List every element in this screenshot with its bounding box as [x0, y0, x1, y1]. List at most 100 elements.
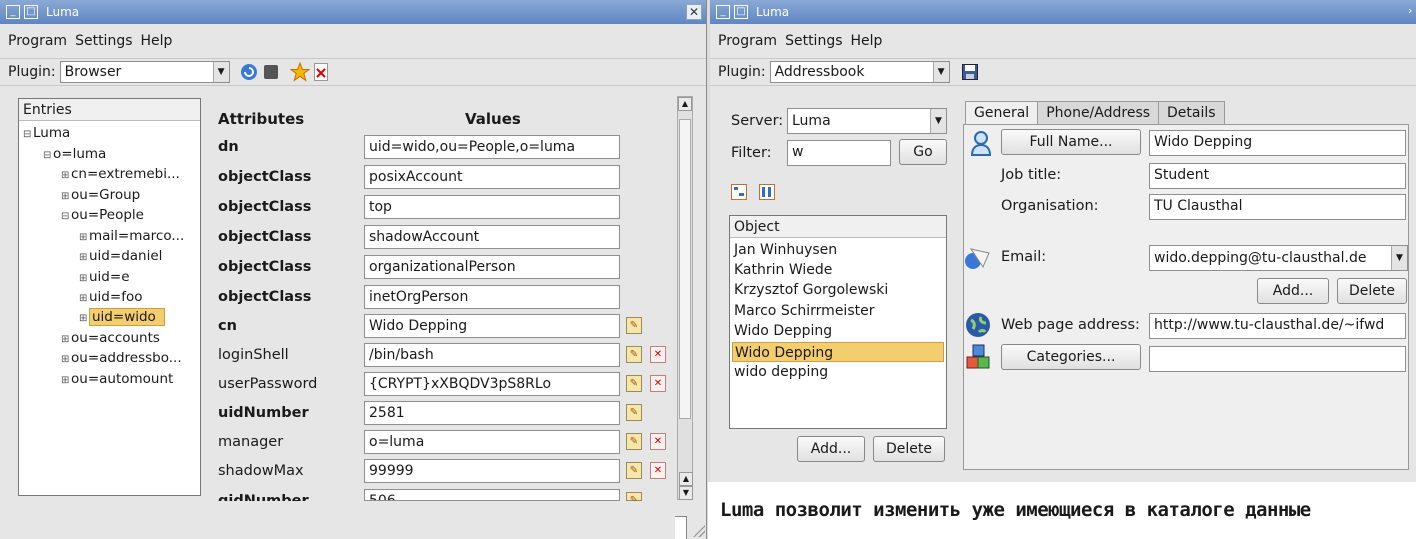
attribute-value-field[interactable]: posixAccount [364, 165, 620, 189]
tree-node[interactable]: ⊞ cn=extremebi... [61, 164, 180, 184]
attribute-value-field[interactable]: organizationalPerson [364, 255, 620, 279]
edit-icon[interactable]: ✎ [626, 462, 642, 479]
menu-program[interactable]: Program [718, 33, 777, 49]
stop-icon[interactable] [263, 65, 278, 79]
scroll-down-icon[interactable]: ▼ [679, 486, 693, 500]
delete-email-button[interactable]: Delete [1337, 278, 1407, 304]
close-icon[interactable]: ✕ [686, 4, 702, 20]
view-list-icon[interactable] [759, 184, 775, 200]
contact-list[interactable]: Object Jan Winhuysen Kathrin Wiede Krzys… [729, 215, 947, 429]
delete-entry-icon[interactable] [313, 63, 328, 81]
attribute-value-field[interactable]: Wido Depping [364, 314, 620, 338]
tree-node[interactable]: ⊟ ou=People [61, 205, 144, 225]
add-contact-button[interactable]: Add... [797, 436, 865, 462]
list-item[interactable]: Kathrin Wiede [732, 260, 944, 280]
list-item[interactable]: wido depping [732, 362, 944, 382]
scroll-thumb[interactable] [679, 119, 691, 419]
tree-node[interactable]: ⊞ uid=foo [79, 287, 142, 307]
scroll-up-icon[interactable]: ▲ [678, 97, 692, 111]
maximize-icon[interactable]: □ [734, 5, 748, 19]
edit-icon[interactable]: ✎ [626, 404, 642, 421]
attribute-value-field[interactable]: shadowAccount [364, 225, 620, 249]
person-icon [970, 131, 992, 156]
attribute-value-field[interactable]: /bin/bash [364, 343, 620, 367]
edit-icon[interactable]: ✎ [626, 492, 642, 506]
edit-icon[interactable]: ✎ [626, 375, 642, 392]
edit-icon[interactable]: ✎ [626, 317, 642, 334]
tree-node-o-luma[interactable]: ⊟ o=luma [43, 144, 106, 164]
list-item-selected[interactable]: Wido Depping [732, 342, 944, 362]
email-select[interactable]: wido.depping@tu-clausthal.de ▼ [1149, 245, 1408, 271]
tree-node-selected[interactable]: ⊞ uid=wido [79, 307, 165, 327]
menu-settings[interactable]: Settings [785, 33, 842, 49]
attribute-value-field[interactable]: 2581 [364, 401, 620, 425]
tab-details[interactable]: Details [1158, 101, 1225, 125]
attribute-value-field[interactable]: {CRYPT}xXBQDV3pS8RLo [364, 372, 620, 396]
tree-node[interactable]: ⊞ ou=addressbo... [61, 348, 182, 368]
tree-node-luma[interactable]: ⊟ Luma [23, 123, 70, 143]
close-icon[interactable]: › [1408, 4, 1416, 20]
categories-button[interactable]: Categories... [1001, 344, 1141, 370]
list-item[interactable]: Wido Depping [732, 321, 944, 341]
maximize-icon[interactable]: □ [24, 5, 38, 19]
tree-node[interactable]: ⊞ mail=marco... [79, 226, 184, 246]
entries-tree[interactable]: Entries ⊟ Luma ⊟ o=luma ⊞ cn=extremebi... ⊞… [18, 98, 201, 496]
server-select[interactable]: Luma ▼ [787, 108, 947, 134]
tab-phone-address[interactable]: Phone/Address [1037, 101, 1160, 125]
delete-icon[interactable]: ✕ [650, 462, 666, 479]
full-name-button[interactable]: Full Name... [1001, 129, 1141, 155]
minimize-icon[interactable]: _ [6, 5, 20, 19]
attribute-value-field[interactable]: 99999 [364, 459, 620, 483]
content-clip [205, 501, 675, 539]
delete-icon[interactable]: ✕ [650, 433, 666, 450]
edit-icon[interactable]: ✎ [626, 433, 642, 450]
menu-bar: Program Settings Help [0, 28, 706, 54]
attribute-name: manager [218, 434, 284, 450]
delete-icon[interactable]: ✕ [650, 346, 666, 363]
attribute-value-field[interactable]: uid=wido,ou=People,o=luma [364, 135, 620, 159]
view-tree-icon[interactable] [731, 184, 747, 200]
list-item[interactable]: Krzysztof Gorgolewski [732, 280, 944, 300]
edit-icon[interactable]: ✎ [626, 346, 642, 363]
full-name-field[interactable]: Wido Depping [1149, 130, 1406, 156]
add-email-button[interactable]: Add... [1257, 278, 1329, 304]
job-title-field[interactable]: Student [1149, 163, 1406, 189]
tree-node[interactable]: ⊞ ou=automount [61, 369, 173, 389]
menu-settings[interactable]: Settings [75, 33, 132, 49]
filter-input[interactable]: w [787, 140, 891, 166]
delete-contact-button[interactable]: Delete [873, 436, 945, 462]
list-item[interactable]: Jan Winhuysen [732, 240, 944, 260]
web-field[interactable]: http://www.tu-clausthal.de/~ifwd [1149, 313, 1406, 339]
bookmark-star-icon[interactable] [289, 62, 310, 82]
save-icon[interactable] [961, 64, 978, 80]
attribute-value-field[interactable]: inetOrgPerson [364, 285, 620, 309]
tree-node[interactable]: ⊞ ou=accounts [61, 328, 160, 348]
attribute-value-field[interactable]: o=luma [364, 430, 620, 454]
go-button[interactable]: Go [899, 139, 947, 165]
plugin-select-value: Addressbook [774, 64, 865, 80]
delete-icon[interactable]: ✕ [650, 375, 666, 392]
email-icon [965, 248, 990, 269]
scrollbar[interactable]: ▲ [677, 96, 693, 500]
scroll-up-icon[interactable]: ▲ [679, 472, 693, 486]
menu-help[interactable]: Help [141, 33, 173, 49]
list-item[interactable]: Marco Schirrmeister [732, 301, 944, 321]
attribute-name: uidNumber [218, 405, 309, 421]
tab-general[interactable]: General [965, 101, 1039, 126]
categories-field[interactable] [1149, 346, 1406, 372]
menu-program[interactable]: Program [8, 33, 67, 49]
tree-node[interactable]: ⊞ uid=e [79, 267, 130, 287]
tree-node[interactable]: ⊞ uid=daniel [79, 246, 162, 266]
chevron-down-icon: ▼ [930, 109, 946, 133]
organisation-field[interactable]: TU Clausthal [1149, 194, 1406, 220]
plugin-select[interactable]: Browser ▼ [59, 61, 230, 83]
minimize-icon[interactable]: _ [716, 5, 730, 19]
reload-icon[interactable] [240, 63, 258, 81]
categories-icon [966, 344, 990, 369]
resize-grip-icon[interactable] [693, 525, 705, 537]
menu-help[interactable]: Help [851, 33, 883, 49]
plugin-select[interactable]: Addressbook ▼ [769, 61, 950, 83]
attribute-value-field[interactable]: 506 [364, 489, 620, 501]
attribute-value-field[interactable]: top [364, 195, 620, 219]
tree-node[interactable]: ⊞ ou=Group [61, 185, 140, 205]
